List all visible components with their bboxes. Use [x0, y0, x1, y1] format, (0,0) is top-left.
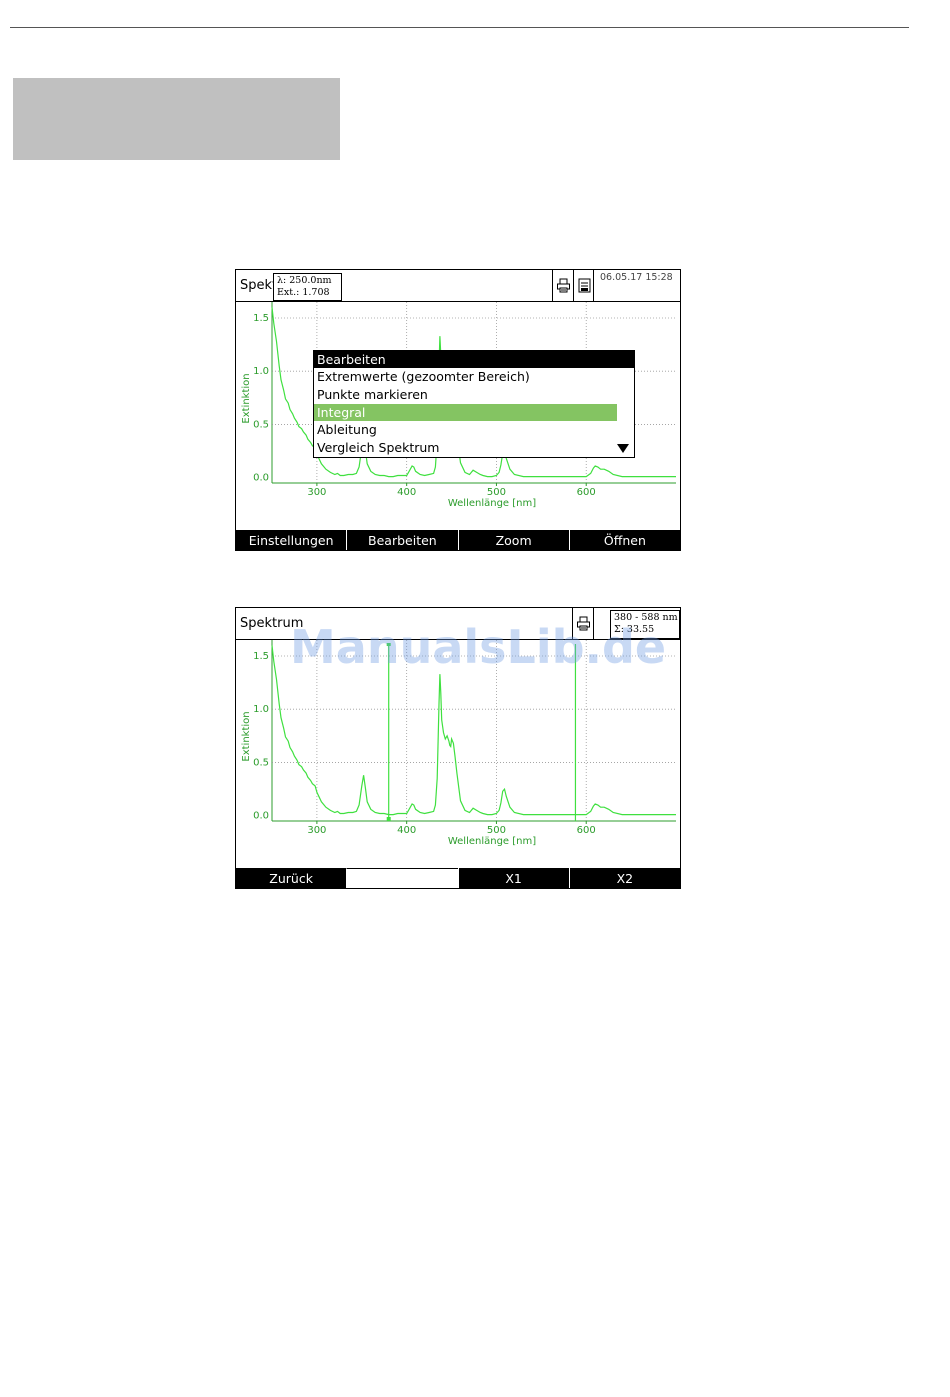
print-button[interactable] [572, 608, 594, 639]
y-tick-label-2: 1.0 [253, 366, 269, 377]
cursor-readout: λ: 250.0nm Ext.: 1.708 [273, 273, 342, 301]
x-axis-label: Wellenlänge [nm] [448, 498, 536, 509]
integral-range: 380 - 588 nm [614, 612, 678, 623]
print-button[interactable] [552, 270, 574, 301]
softkey-zoom[interactable]: Zoom [457, 530, 569, 550]
x-tick-label-300: 300 [307, 825, 326, 836]
softkey-x1[interactable]: X1 [457, 868, 569, 888]
edit-menu: Bearbeiten Extremwerte (gezoomter Bereic… [313, 350, 635, 458]
x-tick-label-300: 300 [307, 487, 326, 498]
x-tick-label-400: 400 [397, 825, 416, 836]
softkey-x2[interactable]: X2 [568, 868, 680, 888]
softkey-zurueck[interactable]: Zurück [236, 868, 347, 888]
softkey-bar: Einstellungen Bearbeiten Zoom Öffnen [236, 530, 680, 550]
x-axis-label: Wellenlänge [nm] [448, 836, 536, 847]
printer-icon [577, 616, 590, 631]
spectrum-screen-edit-menu: Spekt λ: 250.0nm Ext.: 1.708 06.05.17 15… [235, 269, 681, 551]
y-tick-label-1: 0.5 [253, 757, 269, 768]
spectrum-chart[interactable]: 300 400 500 600 0.0 0.5 1.0 1.5 Wellenlänge [nm]… [236, 640, 680, 870]
y-axis-label: Extinktion [241, 711, 252, 761]
spectrum-screen-integral: Spektrum 380 - 588 nm Σ: 33.55 300 400 500… [235, 607, 681, 889]
y-tick-label-2: 1.0 [253, 704, 269, 715]
cursor-extinction: Ext.: 1.708 [277, 287, 330, 298]
cursor-wavelength: λ: 250.0nm [277, 275, 332, 286]
y-tick-label-3: 1.5 [253, 313, 269, 324]
x-tick-label-400: 400 [397, 487, 416, 498]
menu-item-punkte-markieren[interactable]: Punkte markieren [314, 386, 634, 404]
marker-top-handle[interactable] [386, 643, 391, 646]
screen-title: Spekt [240, 278, 278, 293]
softkey-bar: Zurück X1 X2 [236, 868, 680, 888]
save-button[interactable] [573, 270, 594, 301]
title-bar: Spekt λ: 250.0nm Ext.: 1.708 06.05.17 15… [236, 270, 680, 302]
y-tick-label-3: 1.5 [253, 651, 269, 662]
datetime-display: 06.05.17 15:28 [593, 270, 680, 301]
menu-item-integral[interactable]: Integral [314, 403, 617, 422]
title-bar: Spektrum 380 - 588 nm Σ: 33.55 [236, 608, 680, 640]
x-tick-label-500: 500 [487, 825, 506, 836]
section-header-box [13, 78, 340, 160]
x-tick-label-600: 600 [577, 825, 596, 836]
integral-readout: 380 - 588 nm Σ: 33.55 [610, 610, 680, 639]
menu-item-ableitung[interactable]: Ableitung [314, 421, 634, 439]
softkey-einstellungen[interactable]: Einstellungen [236, 530, 347, 550]
softkey-bearbeiten[interactable]: Bearbeiten [346, 530, 458, 550]
y-tick-label-1: 0.5 [253, 419, 269, 430]
save-disk-icon [578, 278, 590, 293]
menu-item-vergleich-spektrum[interactable]: Vergleich Spektrum [314, 439, 634, 457]
menu-header: Bearbeiten [314, 351, 634, 368]
y-axis-label: Extinktion [241, 373, 252, 423]
y-tick-label-0: 0.0 [253, 811, 269, 822]
spectrum-curve [271, 645, 676, 816]
integral-value: Σ: 33.55 [614, 624, 655, 635]
top-rule [10, 27, 909, 28]
x-tick-label-500: 500 [487, 487, 506, 498]
y-tick-label-0: 0.0 [253, 473, 269, 484]
softkey-oeffnen[interactable]: Öffnen [568, 530, 680, 550]
screen-title: Spektrum [240, 616, 304, 631]
softkey-empty [346, 868, 458, 888]
x-tick-label-600: 600 [577, 487, 596, 498]
scroll-down-arrow-icon[interactable] [617, 444, 629, 453]
marker-bottom-handle[interactable] [386, 817, 391, 821]
printer-icon [557, 278, 570, 293]
menu-item-extremwerte[interactable]: Extremwerte (gezoomter Bereich) [314, 368, 634, 386]
